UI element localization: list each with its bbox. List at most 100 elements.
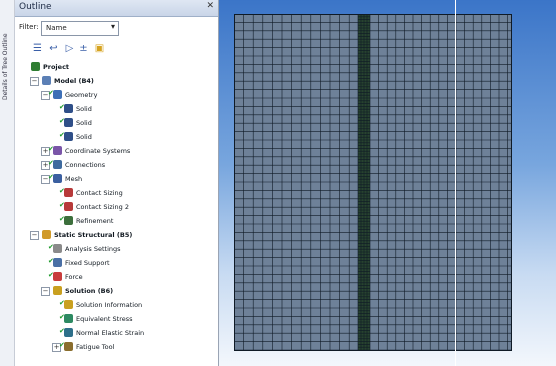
strain-icon <box>64 328 73 337</box>
filter-label: Filter: <box>19 23 39 31</box>
collapse-node-icon[interactable]: − <box>41 287 50 296</box>
tree-item-label: Analysis Settings <box>65 245 121 253</box>
tree-item[interactable]: − Static Structural (B5) <box>15 230 215 241</box>
fatigue-icon <box>64 342 73 351</box>
coordinate-icon <box>53 146 62 155</box>
tree-item-label: Fixed Support <box>65 259 110 267</box>
tree-item[interactable]: ✔ Analysis Settings <box>15 243 215 255</box>
tree-item[interactable]: + ✔ Connections <box>15 159 215 171</box>
pin-icon[interactable]: ✕ <box>206 1 214 11</box>
status-check-icon: ✔ <box>59 103 65 111</box>
outline-panel: Outline ✕ Filter: Name ▾ ☰ ↩ ▷ ± ▣ Proje… <box>15 0 219 366</box>
tree-item[interactable]: ✔ Normal Elastic Strain <box>15 327 215 339</box>
solid-icon <box>64 118 73 127</box>
tree-item[interactable]: + ✔ Coordinate Systems <box>15 145 215 157</box>
stress-icon <box>64 314 73 323</box>
tree-item-label: Solid <box>76 119 92 127</box>
status-check-icon: ✔ <box>59 215 65 223</box>
tree-item-label: Mesh <box>65 175 83 183</box>
status-check-icon: ✔ <box>48 89 54 97</box>
model-icon <box>42 76 51 85</box>
collapse-icon[interactable]: ↩ <box>47 42 60 56</box>
tree-item-label: Equivalent Stress <box>76 315 133 323</box>
ansys-mechanical-window: Details of Tree Outline Outline ✕ Filter… <box>0 0 556 366</box>
contact-sizing-icon <box>64 188 73 197</box>
filter-value: Name <box>46 24 67 32</box>
tree-item-label: Refinement <box>76 217 114 225</box>
down-icon[interactable]: ± <box>77 42 90 56</box>
status-check-icon: ✔ <box>48 243 54 251</box>
status-check-icon: ✔ <box>59 201 65 209</box>
project-icon <box>31 62 40 71</box>
mesh-view <box>234 14 512 351</box>
tree-item-label: Coordinate Systems <box>65 147 131 155</box>
graphics-viewport[interactable] <box>219 0 556 366</box>
geometry-icon <box>53 90 62 99</box>
tree-item-label: Contact Sizing 2 <box>76 203 129 211</box>
status-check-icon: ✔ <box>59 313 65 321</box>
tree-item[interactable]: ✔ Solid <box>15 103 215 115</box>
outline-header: Outline ✕ <box>15 0 218 17</box>
tree-item[interactable]: − Model (B4) <box>15 76 215 87</box>
contact-sizing-icon <box>64 202 73 211</box>
tree-item[interactable]: ✔ Contact Sizing 2 <box>15 201 215 213</box>
tree-item[interactable]: ✔ Equivalent Stress <box>15 313 215 325</box>
lock-icon[interactable]: ▣ <box>93 42 106 56</box>
viewport-divider <box>455 0 456 366</box>
outline-tree: Project − Model (B4) − ✔ Geometry ✔ Solid ✔ Solid… <box>15 62 218 366</box>
tree-item-label: Fatigue Tool <box>76 343 115 351</box>
tree-item-label: Solid <box>76 105 92 113</box>
tree-item[interactable]: Project <box>15 62 215 73</box>
tree-item-label: Model (B4) <box>54 77 94 85</box>
tree-item[interactable]: + ✔ Fatigue Tool <box>15 341 215 353</box>
fixed-support-icon <box>53 258 62 267</box>
tree-item-label: Static Structural (B5) <box>54 231 133 239</box>
tree-item-label: Solution (B6) <box>65 287 114 295</box>
tree-item-label: Geometry <box>65 91 98 99</box>
side-tab-strip[interactable]: Details of Tree Outline <box>0 0 15 366</box>
status-check-icon: ✔ <box>48 271 54 279</box>
status-check-icon: ✔ <box>59 341 65 349</box>
tree-item[interactable]: ✔ Solid <box>15 131 215 143</box>
tree-item[interactable]: ✔ Force <box>15 271 215 283</box>
tree-item-label: Normal Elastic Strain <box>76 329 145 337</box>
tree-item-label: Project <box>43 63 70 71</box>
tree-item[interactable]: − ✔ Geometry <box>15 89 215 101</box>
tree-item[interactable]: − Solution (B6) <box>15 286 215 297</box>
tree-item[interactable]: ✔ Solid <box>15 117 215 129</box>
side-tab-label: Details of Tree Outline <box>2 33 9 100</box>
tree-item-label: Connections <box>65 161 106 169</box>
status-check-icon: ✔ <box>48 159 54 167</box>
static-structural-icon <box>42 230 51 239</box>
tree-item[interactable]: − ✔ Mesh <box>15 173 215 185</box>
solid-icon <box>64 104 73 113</box>
status-check-icon: ✔ <box>59 327 65 335</box>
force-icon <box>53 272 62 281</box>
tree-item-label: Contact Sizing <box>76 189 123 197</box>
refinement-icon <box>64 216 73 225</box>
solid-icon <box>64 132 73 141</box>
tree-item[interactable]: ✔ Contact Sizing <box>15 187 215 199</box>
collapse-node-icon[interactable]: − <box>30 77 39 86</box>
outline-title: Outline <box>19 2 52 12</box>
status-check-icon: ✔ <box>59 131 65 139</box>
solution-icon <box>53 286 62 295</box>
settings-icon <box>53 244 62 253</box>
status-check-icon: ✔ <box>59 299 65 307</box>
tree-item-label: Solid <box>76 133 92 141</box>
outline-toolbar: ☰ ↩ ▷ ± ▣ <box>17 42 217 58</box>
expand-icon[interactable]: ☰ <box>31 42 44 56</box>
filter-row: Filter: Name ▾ <box>15 18 218 38</box>
status-check-icon: ✔ <box>48 257 54 265</box>
tree-item[interactable]: ✔ Fixed Support <box>15 257 215 269</box>
collapse-node-icon[interactable]: − <box>30 231 39 240</box>
mesh-icon <box>53 174 62 183</box>
tree-item[interactable]: ✔ Solution Information <box>15 299 215 311</box>
chevron-down-icon: ▾ <box>110 22 115 31</box>
tree-item-label: Force <box>65 273 83 281</box>
up-icon[interactable]: ▷ <box>63 42 76 56</box>
filter-select[interactable]: Name ▾ <box>41 21 119 36</box>
tree-item-label: Solution Information <box>76 301 143 309</box>
tree-item[interactable]: ✔ Refinement <box>15 215 215 227</box>
status-check-icon: ✔ <box>59 117 65 125</box>
